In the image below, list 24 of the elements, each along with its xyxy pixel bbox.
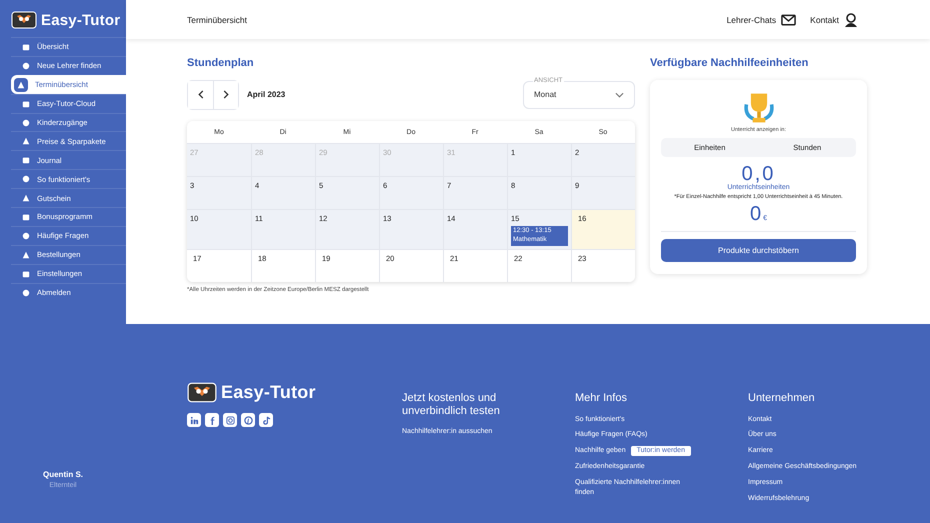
header-link[interactable]: Kontakt	[810, 12, 858, 26]
user-name: Quentin S.	[42, 470, 84, 479]
footer-heading: Mehr Infos	[575, 392, 628, 405]
browse-products-button[interactable]: Produkte durchstöbern	[661, 239, 856, 262]
footer-heading: Jetzt kostenlos und unverbindlich testen	[402, 392, 501, 418]
mail-icon	[781, 14, 796, 26]
page-title: Terminübersicht	[187, 14, 247, 24]
chevron-left-icon	[198, 90, 204, 99]
linkedin-icon[interactable]	[187, 413, 201, 427]
brand-name: Easy-Tutor	[221, 382, 316, 403]
tiktok-icon[interactable]	[259, 413, 273, 427]
user-icon	[844, 12, 858, 26]
section-title: Stundenplan	[187, 57, 255, 69]
footer-heading: Unternehmen	[748, 392, 816, 405]
header-link[interactable]: Lehrer-Chats	[726, 12, 796, 26]
chevron-down-icon	[615, 92, 624, 98]
instagram-icon[interactable]	[223, 413, 237, 427]
brand-name: Easy-Tutor	[41, 12, 120, 28]
facebook-icon[interactable]	[205, 413, 219, 427]
month-label: April 2023	[247, 90, 286, 99]
money-amount: 0	[750, 203, 762, 226]
section-title: Verfügbare Nachhilfeeinheiten	[650, 57, 810, 69]
chevron-right-icon	[223, 90, 229, 99]
units-amount: 0,0	[742, 164, 776, 184]
